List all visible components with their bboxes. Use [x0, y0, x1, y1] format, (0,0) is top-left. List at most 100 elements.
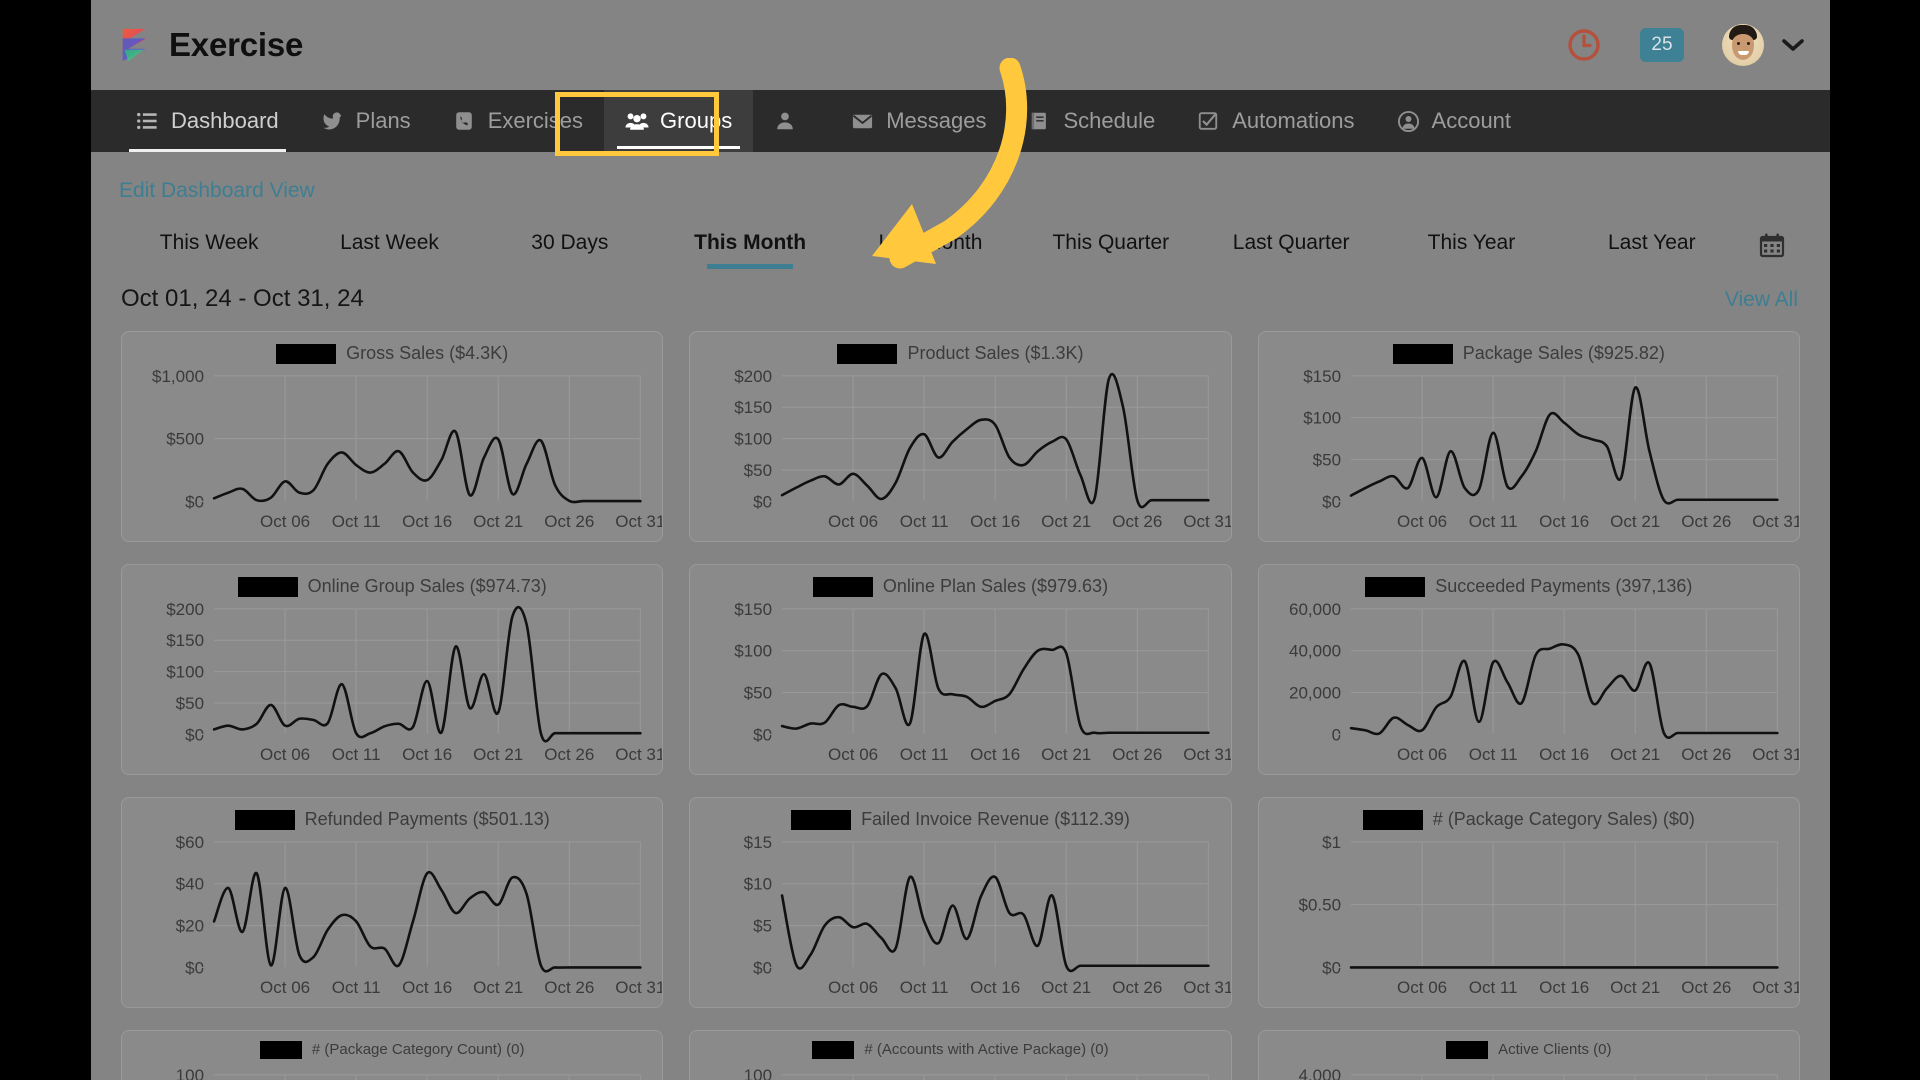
chart-plot: $0 $500 $1,000 Oct 06 Oct 11 Oct 16 Oct 21 Oct … [122, 364, 662, 541]
redacted-legend-swatch [237, 576, 298, 597]
svg-text:Oct 16: Oct 16 [402, 978, 452, 997]
chart-plot: $0 $50 $100 $150 Oct 06 Oct 11 Oct 16 Oct 21 Oct… [690, 597, 1231, 774]
chart-title: # (Package Category Sales) ($0) [1432, 809, 1695, 829]
svg-text:Oct 31: Oct 31 [615, 978, 662, 997]
book-icon [1028, 109, 1052, 133]
svg-text:Oct 11: Oct 11 [900, 978, 949, 997]
range-tab-last-year[interactable]: Last Year [1562, 231, 1742, 269]
chart-card[interactable]: Gross Sales ($4.3K) $0 $500 $1,000 Oct 06 Oct… [121, 331, 664, 542]
svg-text:Oct 11: Oct 11 [1468, 745, 1517, 764]
svg-text:Oct 06: Oct 06 [260, 512, 310, 531]
svg-text:$100: $100 [735, 642, 773, 661]
app-window: Exercise 25 Dashboard Plans Exercises Gr… [91, 0, 1830, 1080]
chart-card[interactable]: Online Plan Sales ($979.63) $0 $50 $100 $150… [689, 564, 1232, 775]
svg-text:Oct 06: Oct 06 [260, 745, 310, 764]
chart-card[interactable]: Refunded Payments ($501.13) $0 $20 $40 $60 Oc… [121, 797, 664, 1008]
svg-text:Oct 26: Oct 26 [544, 745, 594, 764]
svg-text:Oct 11: Oct 11 [900, 512, 949, 531]
svg-text:Oct 11: Oct 11 [332, 745, 381, 764]
chart-title: Active Clients (0) [1498, 1041, 1612, 1058]
svg-text:Oct 31: Oct 31 [1184, 978, 1231, 997]
chart-card[interactable]: Succeeded Payments (397,136) 0 20,000 40,00… [1257, 564, 1800, 775]
svg-text:40,000: 40,000 [1289, 642, 1341, 661]
account-menu-button[interactable] [1722, 24, 1804, 66]
svg-text:20,000: 20,000 [1289, 684, 1341, 703]
chart-card[interactable]: # (Package Category Count) (0) 100 [121, 1030, 664, 1080]
redacted-legend-swatch [1365, 576, 1426, 597]
nav-item-account[interactable]: Account [1376, 90, 1533, 152]
svg-text:Oct 31: Oct 31 [1752, 745, 1799, 764]
chart-plot: $0 $5 $10 $15 Oct 06 Oct 11 Oct 16 Oct 21 Oct 26… [690, 830, 1231, 1007]
redacted-legend-swatch [234, 809, 295, 830]
nav-item-obscured[interactable] [753, 90, 830, 152]
range-tab-last-quarter[interactable]: Last Quarter [1201, 231, 1381, 269]
screenshot-viewport: Exercise 25 Dashboard Plans Exercises Gr… [0, 0, 1920, 1080]
chart-card[interactable]: # (Package Category Sales) ($0) $0 $0.50 $1… [1257, 797, 1800, 1008]
range-tab-this-quarter[interactable]: This Quarter [1021, 231, 1201, 269]
redacted-legend-swatch [791, 809, 852, 830]
svg-text:Oct 16: Oct 16 [402, 745, 452, 764]
nav-label: Messages [886, 108, 987, 133]
clock-icon[interactable] [1566, 27, 1602, 63]
nav-item-groups[interactable]: Groups [604, 90, 754, 152]
svg-text:Oct 26: Oct 26 [1681, 745, 1731, 764]
brand-bar-actions: 25 [1566, 0, 1804, 90]
nav-label: Plans [355, 108, 411, 133]
chart-card[interactable]: Active Clients (0) 4,000 [1257, 1030, 1800, 1080]
nav-item-schedule[interactable]: Schedule [1007, 90, 1176, 152]
edit-dashboard-view-link[interactable]: Edit Dashboard View [91, 152, 1830, 203]
svg-text:$1,000: $1,000 [152, 367, 204, 386]
nav-item-messages[interactable]: Messages [830, 90, 1007, 152]
svg-text:$5: $5 [753, 917, 772, 936]
svg-text:Oct 16: Oct 16 [970, 512, 1020, 531]
chart-plot: $0 $50 $100 $150 Oct 06 Oct 11 Oct 16 Oct 21 Oct… [1259, 364, 1799, 541]
range-tab-last-month[interactable]: Last Month [840, 231, 1020, 269]
svg-text:Oct 16: Oct 16 [1539, 512, 1589, 531]
range-tab-30-days[interactable]: 30 Days [480, 231, 660, 269]
chart-card[interactable]: Product Sales ($1.3K) $0 $50 $100 $150 $200 Oc… [689, 331, 1232, 542]
chart-header: Package Sales ($925.82) [1259, 332, 1799, 364]
svg-text:Oct 06: Oct 06 [1397, 745, 1447, 764]
svg-text:Oct 26: Oct 26 [1113, 745, 1163, 764]
redacted-legend-swatch [1362, 809, 1423, 830]
chart-card[interactable]: # (Accounts with Active Package) (0) 100 [689, 1030, 1232, 1080]
dashboard-page: Edit Dashboard View This Week Last Week 30… [91, 152, 1830, 1080]
chart-header: Failed Invoice Revenue ($112.39) [690, 798, 1230, 830]
range-tab-this-week[interactable]: This Week [119, 231, 299, 269]
calendar-picker-button[interactable] [1742, 232, 1802, 269]
brand-logo-link[interactable]: Exercise [117, 26, 303, 64]
chevron-down-icon [1782, 38, 1804, 52]
nav-item-exercises[interactable]: Exercises [432, 90, 604, 152]
nav-item-plans[interactable]: Plans [300, 90, 432, 152]
nav-label: Schedule [1063, 108, 1156, 133]
view-all-link[interactable]: View All [1725, 288, 1798, 312]
account-icon [1397, 109, 1421, 133]
nav-item-automations[interactable]: Automations [1176, 90, 1375, 152]
svg-text:$10: $10 [744, 875, 772, 894]
svg-text:$0.50: $0.50 [1298, 896, 1341, 915]
chart-card[interactable]: Package Sales ($925.82) $0 $50 $100 $150 Oct … [1257, 331, 1800, 542]
chart-card[interactable]: Online Group Sales ($974.73) $0 $50 $100 $15… [121, 564, 664, 775]
notification-count-badge[interactable]: 25 [1640, 28, 1684, 62]
chart-title: Online Group Sales ($974.73) [307, 576, 547, 596]
svg-text:Oct 26: Oct 26 [1113, 978, 1163, 997]
svg-text:$50: $50 [744, 684, 772, 703]
svg-text:$150: $150 [1303, 367, 1341, 386]
svg-text:Oct 26: Oct 26 [1681, 512, 1731, 531]
range-tab-this-year[interactable]: This Year [1381, 231, 1561, 269]
redacted-legend-swatch [837, 343, 898, 364]
range-tab-last-week[interactable]: Last Week [299, 231, 479, 269]
chart-title: Gross Sales ($4.3K) [346, 343, 509, 363]
svg-text:Oct 11: Oct 11 [332, 978, 381, 997]
svg-text:$1: $1 [1322, 833, 1341, 852]
chart-card[interactable]: Failed Invoice Revenue ($112.39) $0 $5 $10 $… [689, 797, 1232, 1008]
svg-text:Oct 16: Oct 16 [1539, 745, 1589, 764]
svg-text:Oct 11: Oct 11 [332, 512, 381, 531]
bird-icon [321, 109, 345, 133]
range-tab-this-month[interactable]: This Month [660, 231, 840, 269]
nav-item-dashboard[interactable]: Dashboard [115, 90, 300, 152]
svg-text:$60: $60 [176, 833, 204, 852]
main-navigation: Dashboard Plans Exercises Groups Message… [91, 90, 1830, 156]
chart-title: # (Package Category Count) (0) [311, 1041, 525, 1058]
envelope-icon [851, 109, 875, 133]
